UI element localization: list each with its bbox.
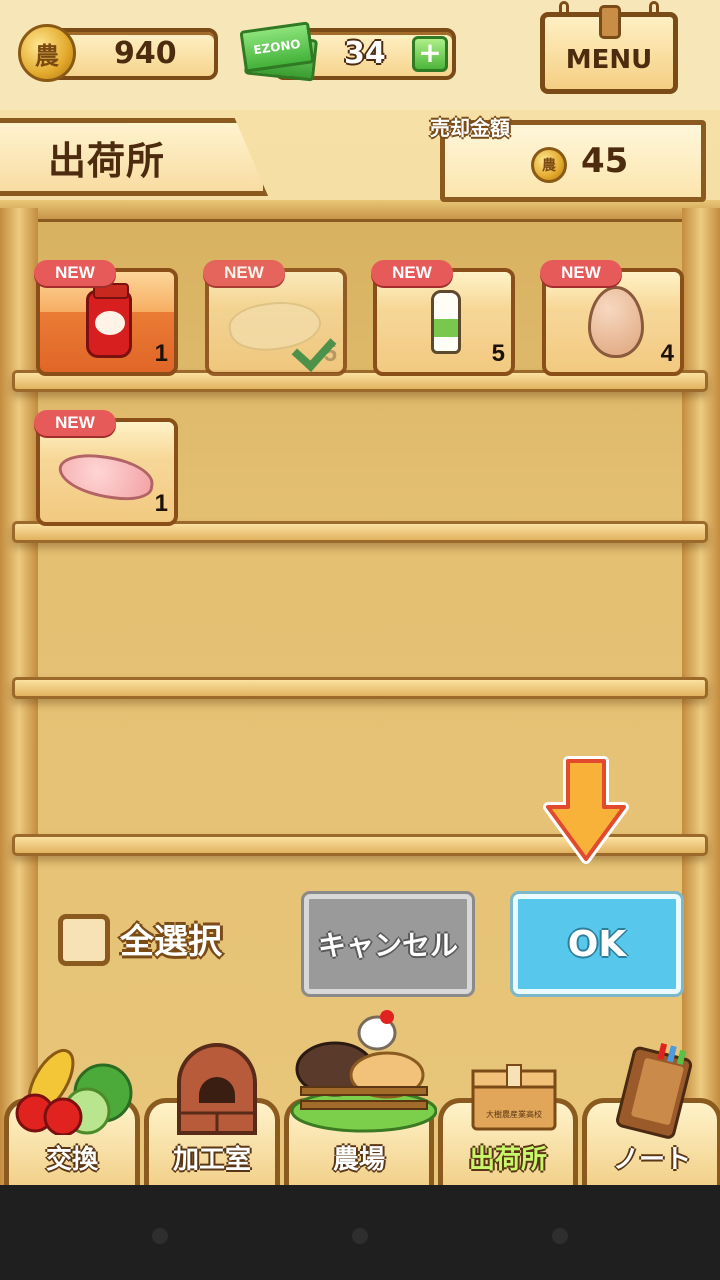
sign-hook-right: [649, 1, 659, 17]
farm-animals-icon: [291, 1010, 437, 1133]
coin-icon: 農: [531, 147, 567, 183]
item-meat[interactable]: NEW 1: [34, 410, 178, 526]
add-tickets-button[interactable]: +: [412, 36, 448, 72]
item-butter[interactable]: NEW 5: [203, 260, 347, 376]
shelf-plank: [12, 677, 708, 699]
tomato-jar-icon: [86, 283, 132, 358]
new-badge: NEW: [203, 260, 285, 286]
item-tomato-sauce[interactable]: NEW 1: [34, 260, 178, 376]
shipping-box-icon: 大樹農産業高校: [471, 1064, 557, 1131]
nav-tab-shipping[interactable]: 大樹農産業高校 出荷所: [438, 1064, 578, 1185]
item-egg[interactable]: NEW 4: [540, 260, 684, 376]
sale-amount-label: 売却金額: [430, 116, 510, 140]
nav-tab-exchange[interactable]: 交換: [4, 1048, 140, 1185]
page-title: 出荷所: [48, 139, 166, 183]
game-screen: 農 940 EZONO 34 + MENU 出荷所 農 45 売却金額 NEW …: [0, 0, 720, 1185]
top-bar: 農 940 EZONO 34 + MENU: [0, 0, 720, 110]
select-all-label[interactable]: 全選択: [120, 914, 222, 963]
nav-label: 加工室: [172, 1145, 251, 1175]
item-quantity: 1: [154, 490, 168, 517]
nav-tab-workshop[interactable]: 加工室: [144, 1043, 280, 1185]
menu-button[interactable]: MENU: [540, 1, 678, 94]
new-badge: NEW: [371, 260, 453, 286]
nav-tab-notebook[interactable]: ノート: [582, 1043, 720, 1185]
ok-button[interactable]: OK: [510, 891, 684, 997]
item-quantity: 5: [491, 340, 505, 367]
nav-label: 農場: [332, 1145, 385, 1175]
nav-tab-farm[interactable]: 農場: [284, 1010, 437, 1185]
back-nav-icon[interactable]: [152, 1228, 168, 1244]
menu-label: MENU: [565, 45, 653, 75]
ticket-amount: 34: [344, 36, 386, 71]
shelf-header-beam: [0, 200, 720, 222]
item-quantity: 4: [660, 340, 674, 367]
new-badge: NEW: [540, 260, 622, 286]
coin-amount: 940: [114, 36, 177, 71]
nav-label: ノート: [612, 1145, 691, 1175]
sign-hook-left: [559, 1, 569, 17]
recents-nav-icon[interactable]: [552, 1228, 568, 1244]
item-quantity: 1: [154, 340, 168, 367]
cancel-button[interactable]: キャンセル: [301, 891, 475, 997]
nav-label: 出荷所: [468, 1145, 547, 1175]
coin-icon: 農: [18, 24, 76, 82]
milk-bottle-icon: [431, 290, 461, 354]
select-all-checkbox[interactable]: [58, 914, 110, 966]
nav-label: 交換: [45, 1145, 98, 1175]
box-label: 大樹農産業高校: [486, 1109, 542, 1119]
notebook-icon: [615, 1043, 693, 1139]
new-badge: NEW: [34, 410, 116, 436]
new-badge: NEW: [34, 260, 116, 286]
home-nav-icon[interactable]: [352, 1228, 368, 1244]
brick-oven-icon: [177, 1043, 257, 1135]
arrow-down-icon: [543, 756, 629, 864]
sale-amount: 45: [581, 141, 629, 181]
vegetables-icon: [15, 1048, 133, 1135]
boot-icon: [599, 5, 621, 39]
item-milk[interactable]: NEW 5: [371, 260, 515, 376]
